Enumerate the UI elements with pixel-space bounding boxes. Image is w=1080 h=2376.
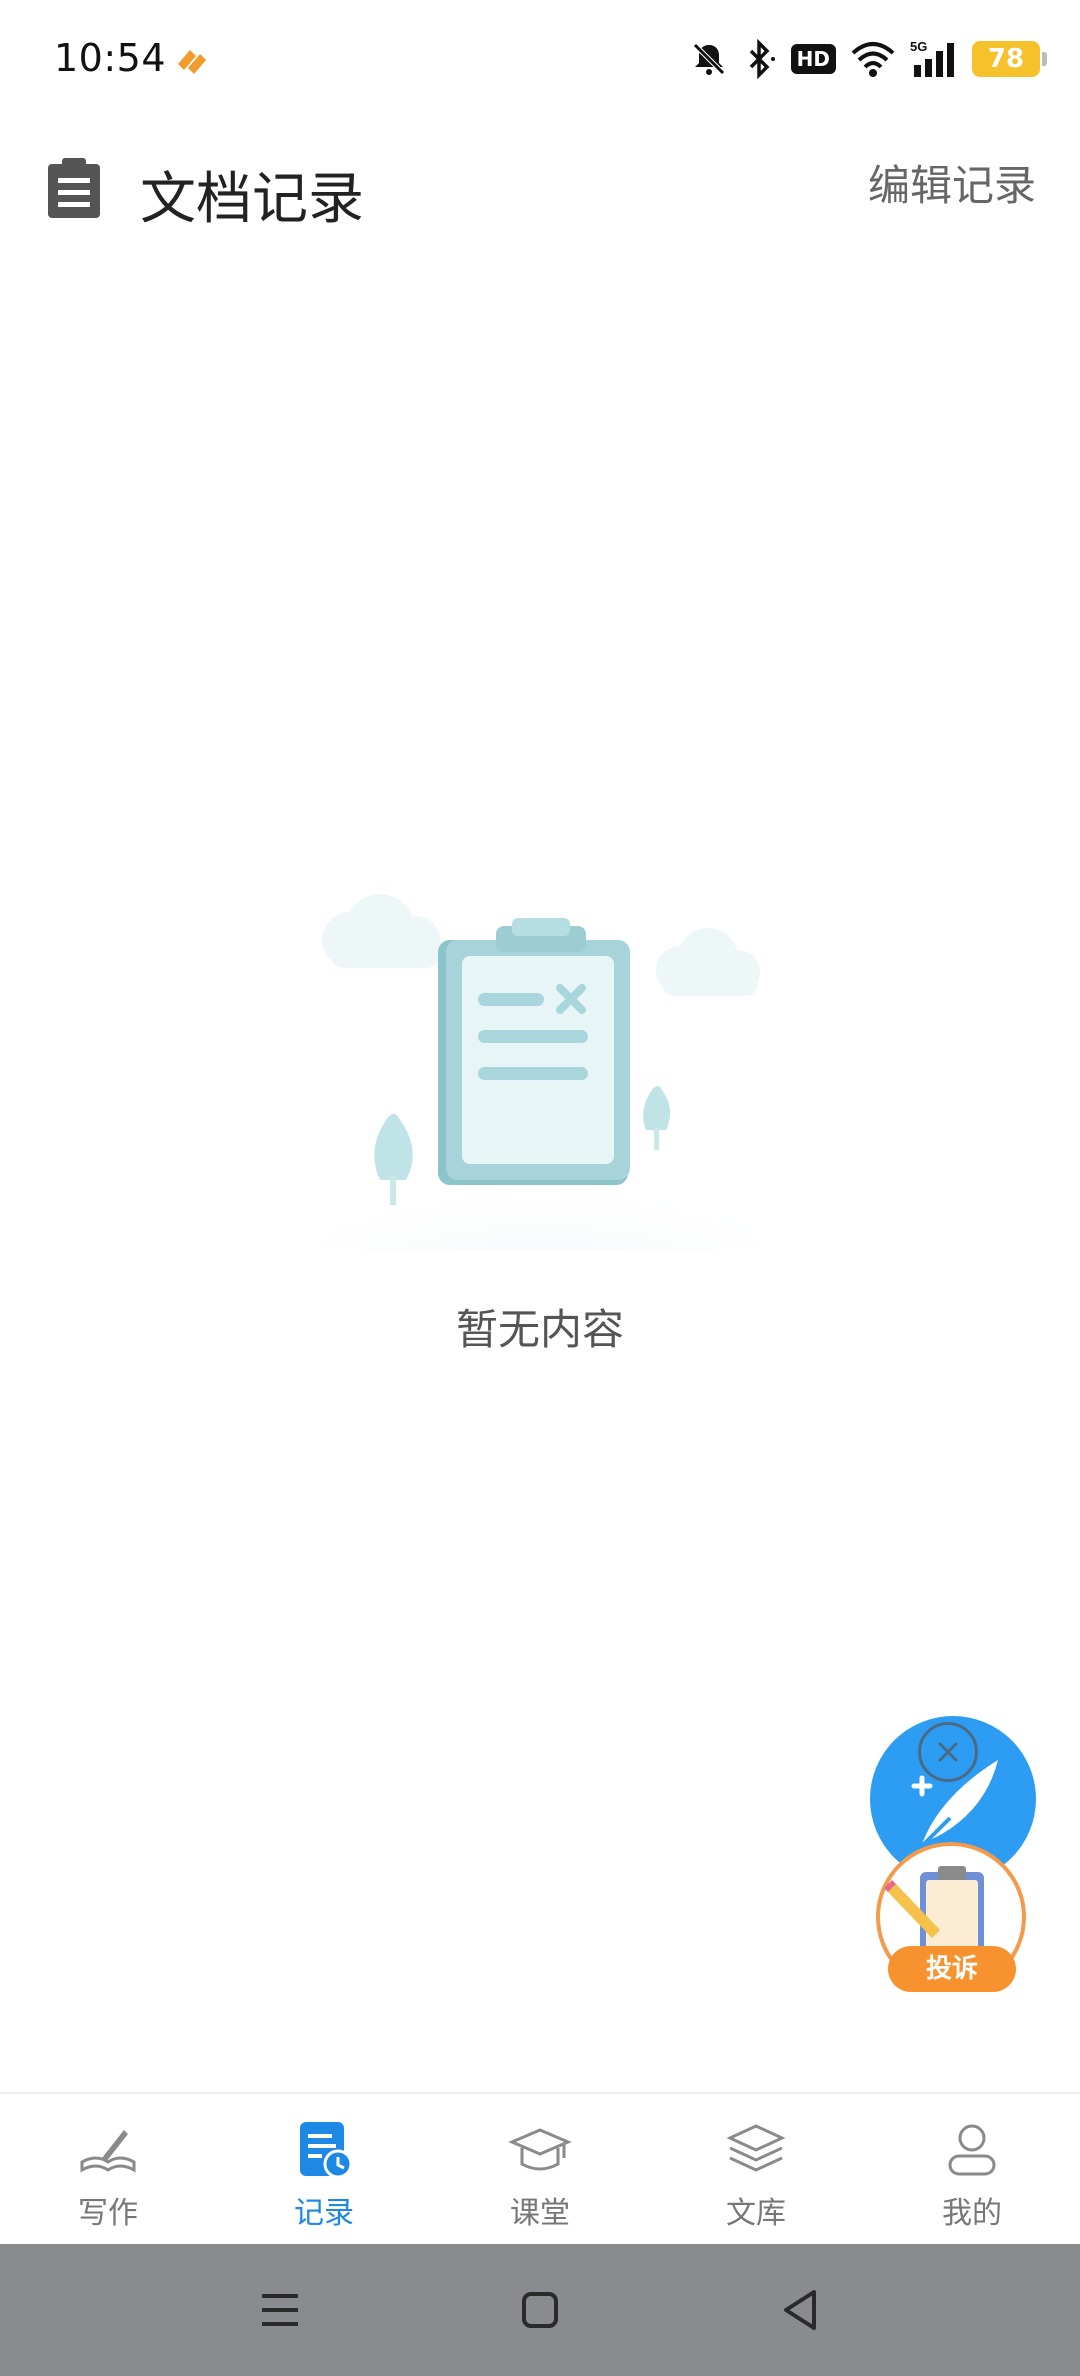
status-time: 10:54 (54, 36, 167, 80)
bottom-navigation: 写作 记录 课堂 文库 我的 (0, 2092, 1080, 2244)
nav-item-classroom[interactable]: 课堂 (432, 2094, 648, 2244)
app-screen: 10:54 HD 5G 78 文档记录 编辑记录 暂无内容 投诉 写作 记录 课… (0, 0, 1080, 2376)
complaint-label[interactable]: 投诉 (888, 1946, 1016, 1992)
menu-icon[interactable] (250, 2280, 310, 2340)
edit-records-button[interactable]: 编辑记录 (868, 152, 1036, 213)
hd-voice-icon: HD (790, 44, 836, 74)
status-icons: HD 5G 78 (689, 34, 1047, 84)
empty-state-text: 暂无内容 (455, 1305, 624, 1354)
profile-icon (948, 2124, 996, 2176)
nav-label-classroom: 课堂 (510, 2196, 570, 2231)
home-square-icon[interactable] (510, 2280, 570, 2340)
writing-icon (80, 2130, 136, 2173)
back-triangle-icon[interactable] (770, 2280, 830, 2340)
nav-label-library: 文库 (726, 2196, 786, 2231)
wifi-icon (850, 39, 896, 79)
nav-label-records: 记录 (294, 2196, 354, 2231)
graduation-cap-icon (508, 2128, 572, 2171)
system-navigation-bar (0, 2244, 1080, 2376)
nav-item-profile[interactable]: 我的 (864, 2094, 1080, 2244)
nav-label-writing: 写作 (78, 2196, 138, 2231)
bluetooth-icon (743, 39, 777, 79)
network-type-label: 5G (910, 39, 927, 54)
nav-label-profile: 我的 (942, 2196, 1002, 2231)
library-stack-icon (726, 2124, 786, 2172)
records-icon (300, 2122, 353, 2179)
page-title: 文档记录 (140, 167, 364, 232)
nav-item-records[interactable]: 记录 (216, 2094, 432, 2244)
empty-clipboard-illustration (300, 894, 780, 1250)
nav-item-library[interactable]: 文库 (648, 2094, 864, 2244)
cellular-signal-icon: 5G (910, 39, 958, 79)
nav-item-writing[interactable]: 写作 (0, 2094, 216, 2244)
clipboard-icon (48, 158, 100, 218)
page-header: 文档记录 编辑记录 (0, 140, 1080, 250)
close-floating-icon[interactable] (918, 1722, 978, 1782)
bell-muted-icon (689, 39, 729, 79)
battery-indicator: 78 (972, 41, 1047, 77)
status-bar: 10:54 HD 5G 78 (0, 0, 1080, 120)
app-notification-icon (178, 50, 206, 74)
